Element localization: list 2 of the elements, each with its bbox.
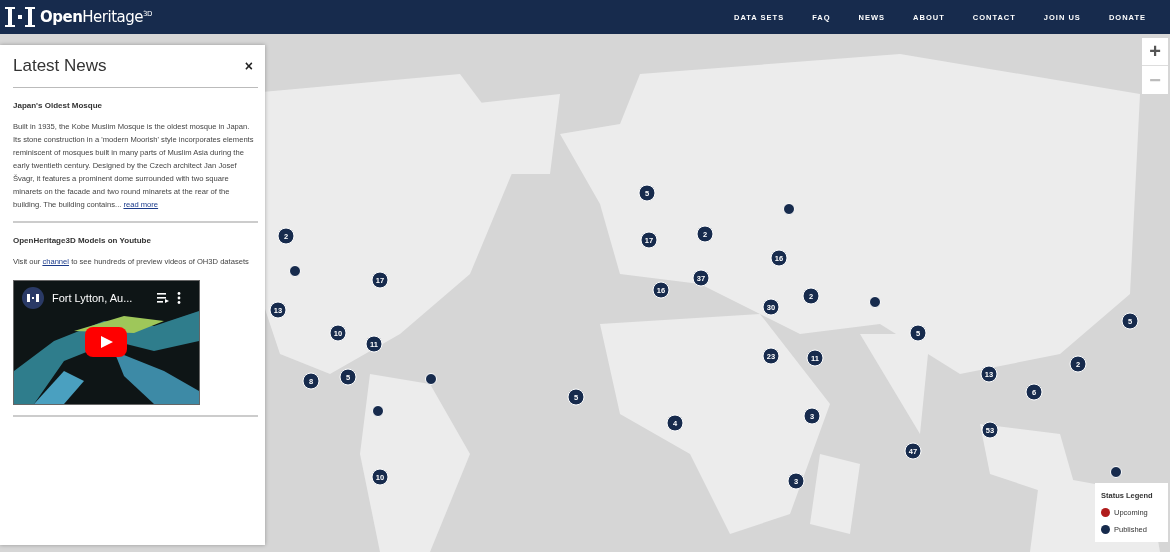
brand-name[interactable]: OpenHeritage$^{3D}$: [40, 8, 152, 26]
logo-icon: [4, 6, 36, 28]
